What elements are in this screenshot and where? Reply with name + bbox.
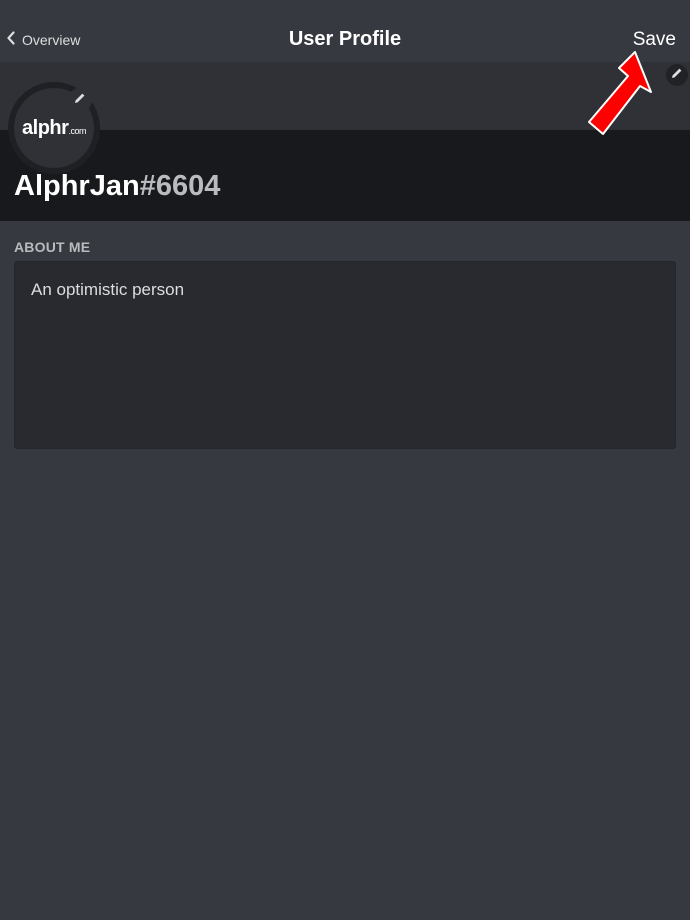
pencil-icon (671, 66, 683, 84)
red-arrow-annotation (588, 51, 652, 135)
avatar-edit-button[interactable] (68, 88, 92, 112)
about-me-label: ABOUT ME (14, 239, 91, 255)
banner-edit-button[interactable] (666, 64, 688, 86)
pencil-icon (74, 91, 86, 109)
user-profile-page: Overview User Profile Save alphr.com Alp… (0, 0, 690, 920)
username-name: AlphrJan (14, 170, 140, 202)
username-discriminator: #6604 (139, 170, 221, 202)
username: AlphrJan#6604 (14, 170, 220, 203)
avatar-logo: alphr.com (22, 116, 86, 139)
about-me-text: An optimistic person (31, 280, 185, 299)
about-me-textarea[interactable]: An optimistic person (14, 261, 676, 449)
